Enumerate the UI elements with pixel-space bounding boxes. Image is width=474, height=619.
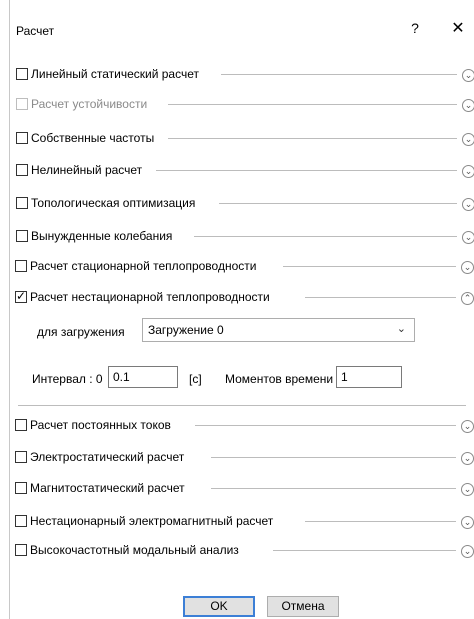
checkbox[interactable] <box>15 419 27 431</box>
chevron-down-icon[interactable]: ⌄ <box>461 261 474 274</box>
divider-line <box>211 488 456 489</box>
chevron-down-icon[interactable]: ⌄ <box>461 545 474 558</box>
chevron-down-icon[interactable]: ⌄ <box>461 420 474 433</box>
checkbox[interactable] <box>15 451 27 463</box>
divider-line <box>195 425 456 426</box>
check-icon: ✓ <box>16 289 27 303</box>
chevron-down-icon[interactable]: ⌄ <box>461 516 474 529</box>
option-label: Электростатический расчет <box>30 450 185 464</box>
row-steady-heat[interactable]: Расчет стационарной теплопроводности ⌄ <box>15 259 474 277</box>
ok-button[interactable]: OK <box>183 596 255 617</box>
moments-label: Моментов времени <box>225 372 334 386</box>
row-transient-em[interactable]: Нестационарный электромагнитный расчет ⌄ <box>15 514 474 532</box>
load-case-label: для загружения <box>37 325 125 339</box>
row-hf-modal[interactable]: Высокочастотный модальный анализ ⌄ <box>15 543 474 561</box>
divider-line <box>211 457 456 458</box>
option-label: Расчет нестационарной теплопроводности <box>30 290 270 304</box>
moments-input[interactable] <box>336 366 402 388</box>
interval-input[interactable] <box>108 366 178 388</box>
divider-line <box>305 521 456 522</box>
option-label: Нестационарный электромагнитный расчет <box>30 514 274 528</box>
option-label: Магнитостатический расчет <box>30 481 185 495</box>
row-transient-heat[interactable]: ✓ Расчет нестационарной теплопроводности… <box>15 289 474 308</box>
checkbox[interactable] <box>15 260 27 272</box>
chevron-down-icon: ⌄ <box>396 323 406 335</box>
row-direct-current[interactable]: Расчет постоянных токов ⌄ <box>15 418 474 436</box>
option-label: Высокочастотный модальный анализ <box>30 543 239 557</box>
chevron-down-icon[interactable]: ⌄ <box>461 483 474 496</box>
interval-label: Интервал : 0 <box>32 372 103 386</box>
divider-line <box>283 266 456 267</box>
option-label: Расчет стационарной теплопроводности <box>30 259 257 273</box>
checkbox-checked[interactable]: ✓ <box>15 289 27 303</box>
chevron-up-icon[interactable]: ⌃ <box>461 292 474 305</box>
checkbox[interactable] <box>15 482 27 494</box>
divider-line <box>305 297 456 298</box>
chevron-down-icon[interactable]: ⌄ <box>461 452 474 465</box>
load-case-value: Загружение 0 <box>148 323 224 337</box>
section-divider <box>18 405 466 406</box>
divider-line <box>273 550 456 551</box>
load-case-select[interactable]: Загружение 0 ⌄ <box>142 318 415 342</box>
interval-unit: [с] <box>189 372 202 386</box>
checkbox[interactable] <box>15 544 27 556</box>
checkbox[interactable] <box>15 515 27 527</box>
row-magnetostatic[interactable]: Магнитостатический расчет ⌄ <box>15 481 474 499</box>
cancel-button[interactable]: Отмена <box>267 596 339 617</box>
dialog-lower: Расчет стационарной теплопроводности ⌄ ✓… <box>9 0 474 619</box>
row-electrostatic[interactable]: Электростатический расчет ⌄ <box>15 450 474 468</box>
option-label: Расчет постоянных токов <box>30 418 171 432</box>
